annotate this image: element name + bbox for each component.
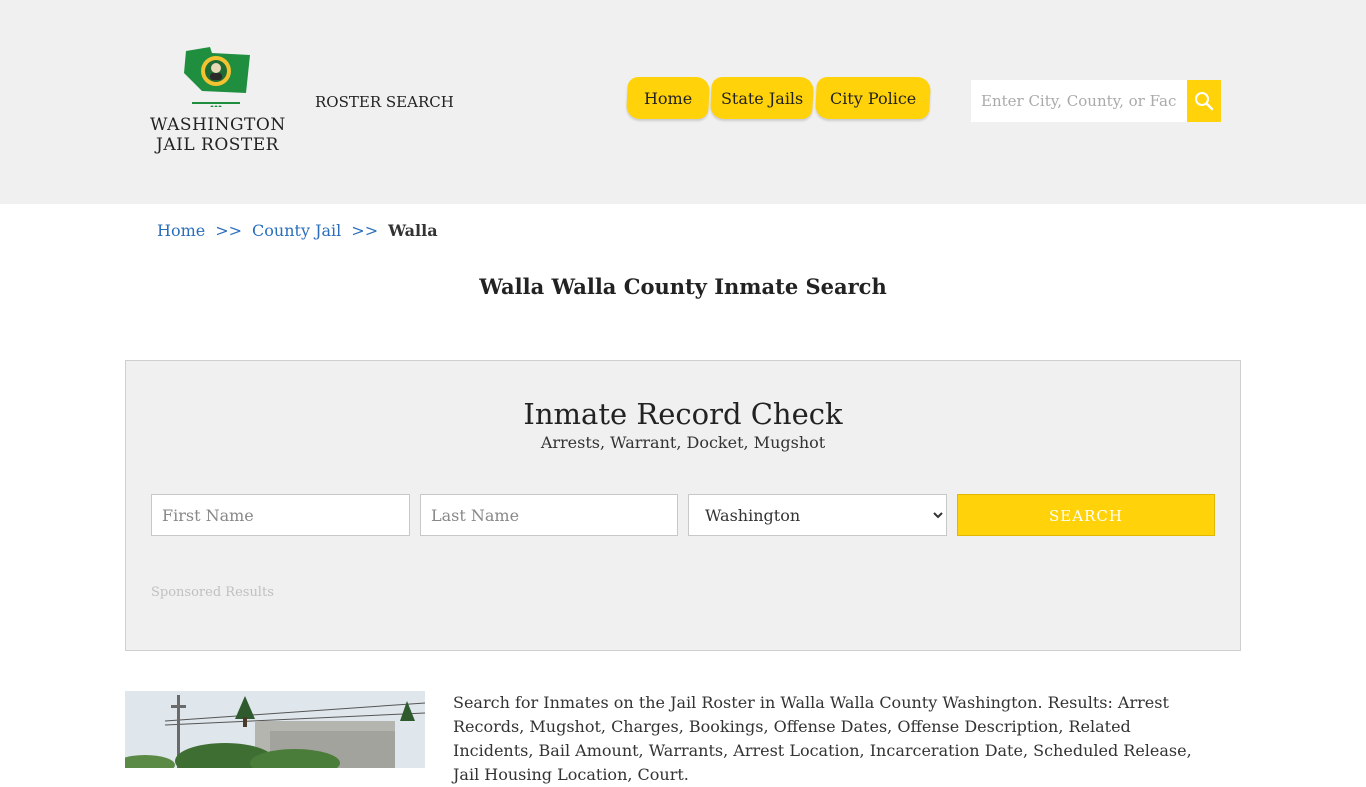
roster-search-link[interactable]: ROSTER SEARCH xyxy=(315,93,454,111)
site-header: WASHINGTON JAIL ROSTER ROSTER SEARCH Hom… xyxy=(0,0,1366,204)
breadcrumb-home-link[interactable]: Home xyxy=(157,221,205,240)
facility-search-button[interactable] xyxy=(1187,80,1221,122)
nav-city-police-button[interactable]: City Police xyxy=(814,77,932,119)
jail-building-photo xyxy=(125,691,425,768)
first-name-input[interactable] xyxy=(151,494,410,536)
page-title: Walla Walla County Inmate Search xyxy=(479,274,887,299)
state-select[interactable]: Washington xyxy=(688,494,947,536)
search-icon xyxy=(1195,92,1214,111)
last-name-input[interactable] xyxy=(420,494,678,536)
nav-state-jails-button[interactable]: State Jails xyxy=(709,77,815,119)
county-description: Search for Inmates on the Jail Roster in… xyxy=(453,693,1192,784)
nav-home-label: Home xyxy=(643,89,693,108)
record-check-subtitle: Arrests, Warrant, Docket, Mugshot xyxy=(540,433,826,452)
logo-text-line1: WASHINGTON xyxy=(150,115,286,135)
site-logo[interactable]: WASHINGTON JAIL ROSTER xyxy=(150,45,285,157)
washington-flag-icon xyxy=(184,47,250,107)
nav-city-police-label: City Police xyxy=(829,89,917,108)
breadcrumb-separator: >> xyxy=(215,221,243,240)
logo-text-line2: JAIL ROSTER xyxy=(156,135,279,155)
breadcrumb-county-jail-link[interactable]: County Jail xyxy=(252,221,341,240)
record-check-title: Inmate Record Check xyxy=(523,397,843,431)
nav-home-button[interactable]: Home xyxy=(625,77,711,119)
breadcrumb: Home >> County Jail >> Walla xyxy=(157,221,438,240)
breadcrumb-separator: >> xyxy=(351,221,379,240)
nav-state-jails-label: State Jails xyxy=(720,89,804,108)
sponsored-results-label: Sponsored Results xyxy=(151,585,274,600)
facility-search-input[interactable] xyxy=(971,80,1187,122)
inmate-record-check-panel: Inmate Record Check Arrests, Warrant, Do… xyxy=(125,360,1241,651)
breadcrumb-current: Walla xyxy=(388,221,438,240)
search-button[interactable]: SEARCH xyxy=(957,494,1215,536)
